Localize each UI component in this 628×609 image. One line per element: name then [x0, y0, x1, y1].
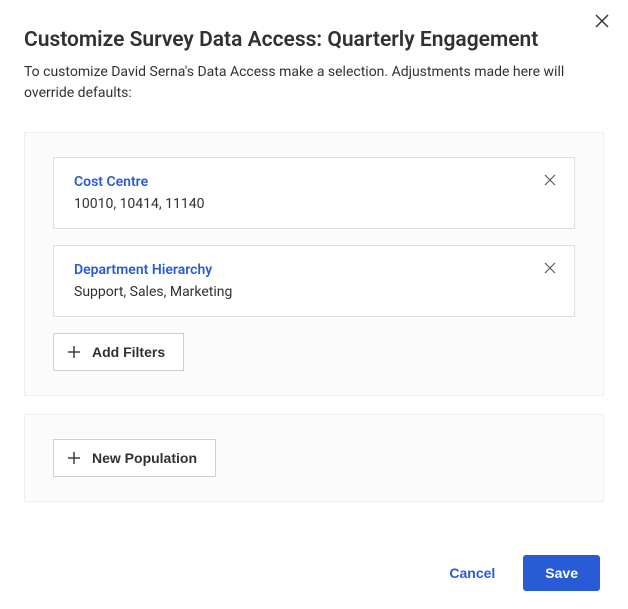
add-filters-label: Add Filters: [92, 344, 165, 360]
population-panel: New Population: [24, 414, 604, 502]
remove-filter-button[interactable]: [540, 170, 560, 190]
dialog-title: Customize Survey Data Access: Quarterly …: [24, 28, 604, 52]
dialog-subtitle: To customize David Serna's Data Access m…: [24, 62, 604, 104]
close-icon: [544, 171, 556, 190]
dialog-body[interactable]: Cost Centre 10010, 10414, 11140 Departme…: [0, 120, 628, 520]
save-button[interactable]: Save: [523, 555, 600, 591]
filters-panel: Cost Centre 10010, 10414, 11140 Departme…: [24, 132, 604, 396]
dialog-header: Customize Survey Data Access: Quarterly …: [0, 0, 628, 104]
plus-icon: [68, 346, 80, 358]
remove-filter-button[interactable]: [540, 258, 560, 278]
filter-values: Support, Sales, Marketing: [74, 284, 554, 300]
close-icon: [544, 259, 556, 278]
new-population-button[interactable]: New Population: [53, 439, 216, 477]
filter-values: 10010, 10414, 11140: [74, 196, 554, 212]
filter-title: Cost Centre: [74, 174, 554, 190]
cancel-button[interactable]: Cancel: [443, 564, 501, 582]
filter-card[interactable]: Cost Centre 10010, 10414, 11140: [53, 157, 575, 229]
new-population-label: New Population: [92, 450, 197, 466]
filter-card[interactable]: Department Hierarchy Support, Sales, Mar…: [53, 245, 575, 317]
close-button[interactable]: [588, 8, 616, 36]
filter-title: Department Hierarchy: [74, 262, 554, 278]
dialog-footer: Cancel Save: [415, 537, 628, 609]
plus-icon: [68, 452, 80, 464]
close-icon: [595, 13, 609, 32]
add-filters-button[interactable]: Add Filters: [53, 333, 184, 371]
